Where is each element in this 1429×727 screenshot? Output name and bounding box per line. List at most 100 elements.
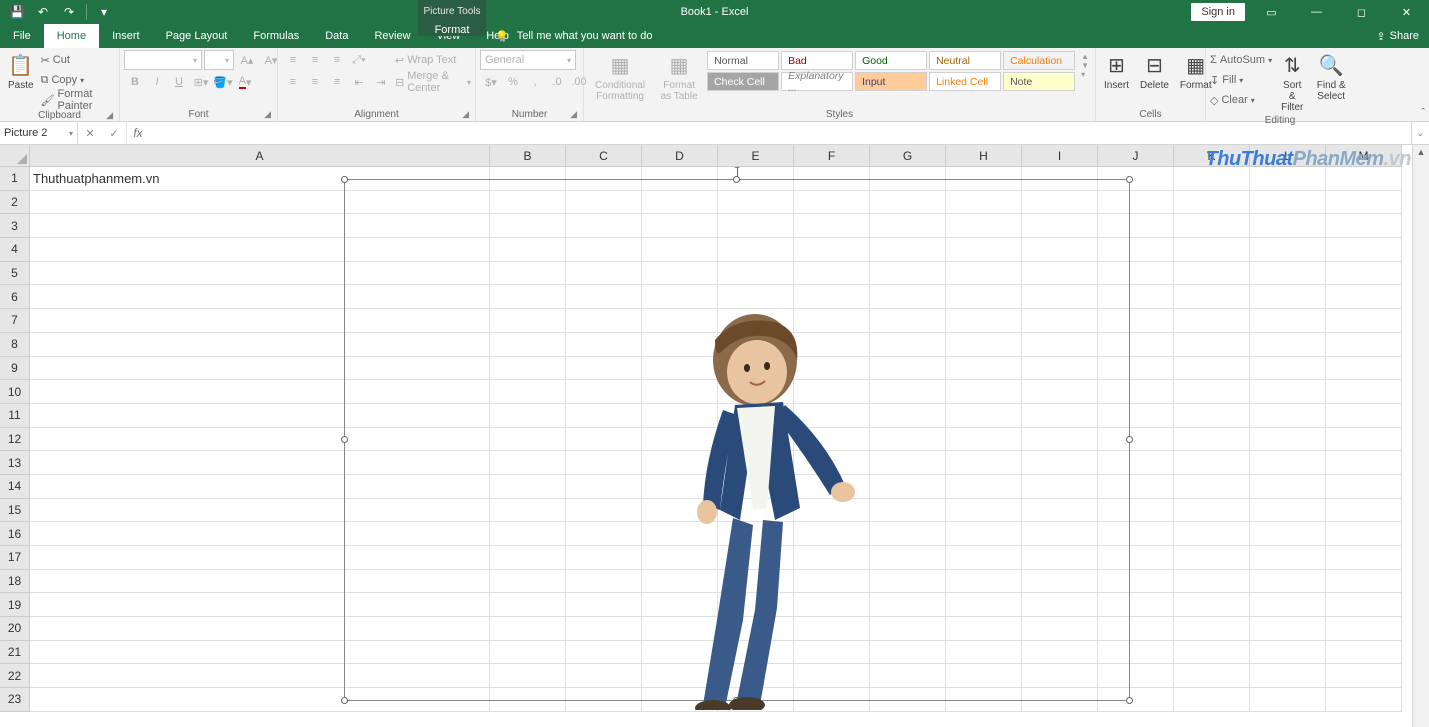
fill-button[interactable]: ↧Fill▾ (1210, 70, 1272, 90)
cell-M5[interactable] (1326, 262, 1402, 286)
cell-K23[interactable] (1174, 688, 1250, 712)
fx-icon[interactable]: fx (127, 122, 149, 144)
minimize-icon[interactable]: — (1294, 0, 1339, 24)
cell-L20[interactable] (1250, 617, 1326, 641)
ribbon-options-icon[interactable]: ▭ (1249, 0, 1294, 24)
column-header-A[interactable]: A (30, 145, 490, 167)
tab-page-layout[interactable]: Page Layout (153, 24, 241, 48)
increase-indent-icon[interactable]: ⇥ (370, 72, 392, 92)
tab-formulas[interactable]: Formulas (240, 24, 312, 48)
cell-K17[interactable] (1174, 546, 1250, 570)
row-header-19[interactable]: 19 (0, 593, 30, 617)
cell-L8[interactable] (1250, 333, 1326, 357)
row-header-18[interactable]: 18 (0, 570, 30, 594)
alignment-dialog-launcher[interactable]: ◢ (462, 109, 469, 120)
cell-M20[interactable] (1326, 617, 1402, 641)
resize-handle-tl[interactable] (341, 176, 348, 183)
style-calculation[interactable]: Calculation (1003, 51, 1075, 70)
row-header-16[interactable]: 16 (0, 522, 30, 546)
align-center-icon[interactable]: ≡ (304, 72, 326, 92)
copy-button[interactable]: ⧉Copy▾ (41, 70, 115, 90)
tab-format[interactable]: Format (418, 24, 486, 36)
cell-M17[interactable] (1326, 546, 1402, 570)
cell-K6[interactable] (1174, 285, 1250, 309)
close-icon[interactable]: ✕ (1384, 0, 1429, 24)
row-header-21[interactable]: 21 (0, 641, 30, 665)
resize-handle-l[interactable] (341, 436, 348, 443)
cell-L18[interactable] (1250, 570, 1326, 594)
autosum-button[interactable]: ΣAutoSum▾ (1210, 50, 1272, 70)
styles-more-icon[interactable]: ▾ (1081, 70, 1089, 79)
italic-button[interactable]: I (146, 72, 168, 92)
paste-button[interactable]: 📋 Paste (4, 50, 38, 93)
cell-K4[interactable] (1174, 238, 1250, 262)
cell-K9[interactable] (1174, 357, 1250, 381)
align-left-icon[interactable]: ≡ (282, 72, 304, 92)
cell-K14[interactable] (1174, 475, 1250, 499)
cell-L14[interactable] (1250, 475, 1326, 499)
font-size-select[interactable]: ▾ (204, 50, 234, 70)
resize-handle-bl[interactable] (341, 697, 348, 704)
cell-M18[interactable] (1326, 570, 1402, 594)
row-header-7[interactable]: 7 (0, 309, 30, 333)
cell-L15[interactable] (1250, 499, 1326, 523)
wrap-text-button[interactable]: ↩Wrap Text (395, 50, 471, 70)
cell-K5[interactable] (1174, 262, 1250, 286)
resize-handle-t[interactable] (733, 176, 740, 183)
column-header-H[interactable]: H (946, 145, 1022, 167)
cell-M21[interactable] (1326, 641, 1402, 665)
tab-review[interactable]: Review (361, 24, 423, 48)
row-header-3[interactable]: 3 (0, 214, 30, 238)
conditional-formatting-button[interactable]: ▦Conditional Formatting (588, 50, 652, 104)
cell-M19[interactable] (1326, 593, 1402, 617)
accounting-format-icon[interactable]: $▾ (480, 72, 502, 92)
cell-L19[interactable] (1250, 593, 1326, 617)
cell-K18[interactable] (1174, 570, 1250, 594)
column-header-I[interactable]: I (1022, 145, 1098, 167)
cell-L21[interactable] (1250, 641, 1326, 665)
border-button[interactable]: ⊞▾ (190, 72, 212, 92)
style-neutral[interactable]: Neutral (929, 51, 1001, 70)
orientation-icon[interactable]: ⤢▾ (348, 50, 370, 70)
select-all-button[interactable] (0, 145, 30, 167)
style-input[interactable]: Input (855, 72, 927, 91)
enter-formula-icon[interactable]: ✓ (102, 127, 126, 140)
row-header-14[interactable]: 14 (0, 475, 30, 499)
cell-M2[interactable] (1326, 191, 1402, 215)
collapse-ribbon-icon[interactable]: ˆ (1421, 107, 1425, 119)
cell-M15[interactable] (1326, 499, 1402, 523)
column-header-D[interactable]: D (642, 145, 718, 167)
row-header-5[interactable]: 5 (0, 262, 30, 286)
save-icon[interactable]: 💾 (6, 1, 28, 23)
cell-L16[interactable] (1250, 522, 1326, 546)
cell-M13[interactable] (1326, 451, 1402, 475)
cell-L9[interactable] (1250, 357, 1326, 381)
cell-K15[interactable] (1174, 499, 1250, 523)
format-painter-button[interactable]: 🖌Format Painter (41, 90, 115, 110)
cell-K2[interactable] (1174, 191, 1250, 215)
cancel-formula-icon[interactable]: ✕ (78, 127, 102, 140)
row-header-15[interactable]: 15 (0, 499, 30, 523)
row-header-2[interactable]: 2 (0, 191, 30, 215)
cell-M4[interactable] (1326, 238, 1402, 262)
cell-L2[interactable] (1250, 191, 1326, 215)
row-header-8[interactable]: 8 (0, 333, 30, 357)
vertical-scrollbar[interactable]: ▲ (1412, 145, 1429, 727)
format-as-table-button[interactable]: ▦Format as Table (655, 50, 703, 104)
cell-M7[interactable] (1326, 309, 1402, 333)
merge-center-button[interactable]: ⊟Merge & Center▾ (395, 72, 471, 92)
tell-me-search[interactable]: 💡 Tell me what you want to do (495, 24, 652, 48)
cell-K7[interactable] (1174, 309, 1250, 333)
tab-file[interactable]: File (0, 24, 44, 48)
cell-L6[interactable] (1250, 285, 1326, 309)
column-header-B[interactable]: B (490, 145, 566, 167)
font-color-button[interactable]: A▾ (234, 72, 256, 92)
font-name-select[interactable]: ▾ (124, 50, 202, 70)
cell-M8[interactable] (1326, 333, 1402, 357)
qat-customize-icon[interactable]: ▾ (93, 1, 115, 23)
row-header-9[interactable]: 9 (0, 357, 30, 381)
comma-format-icon[interactable]: , (524, 72, 546, 92)
cut-button[interactable]: ✂Cut (41, 50, 115, 70)
row-header-23[interactable]: 23 (0, 688, 30, 712)
column-header-E[interactable]: E (718, 145, 794, 167)
